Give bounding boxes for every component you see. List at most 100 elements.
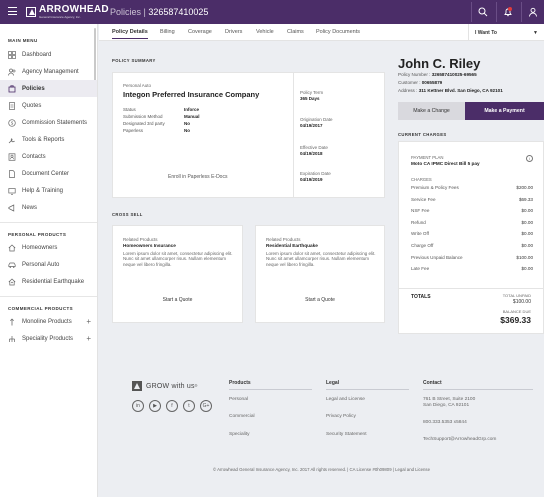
make-change-button[interactable]: Make a Change bbox=[398, 102, 465, 120]
tab-policy-documents[interactable]: Policy Documents bbox=[316, 29, 360, 35]
search-button[interactable] bbox=[471, 2, 493, 22]
contact-heading: Contact bbox=[423, 380, 442, 386]
footer-link-security[interactable]: Security Statement bbox=[326, 432, 367, 437]
charge-label: Premium & Policy Fees bbox=[411, 185, 459, 190]
current-charges-card: PAYMENT PLAN Moto CA IPMC Direct Bill 5 … bbox=[398, 141, 544, 334]
logo[interactable]: ARROWHEAD General Insurance Agency, Inc. bbox=[26, 4, 109, 20]
footer-link-speciality[interactable]: Speciality bbox=[229, 432, 250, 437]
sidebar-item-residential-earthquake[interactable]: Residential Earthquake bbox=[0, 273, 97, 290]
current-charges-heading: CURRENT CHARGES bbox=[398, 132, 447, 137]
policy-term-label: Policy Term bbox=[300, 90, 324, 95]
sidebar-item-quotes[interactable]: Quotes bbox=[0, 97, 97, 114]
charge-label: Previous Unpaid Balance bbox=[411, 254, 463, 260]
enroll-paperless-link[interactable]: Enroll in Paperless E-Docs bbox=[168, 174, 227, 180]
sidebar-item-news[interactable]: News bbox=[0, 199, 97, 216]
charge-value: $0.00 bbox=[521, 266, 534, 272]
user-button[interactable] bbox=[521, 2, 543, 22]
charge-label: Write Off bbox=[411, 231, 429, 237]
company-name: Integon Preferred Insurance Company bbox=[123, 90, 260, 99]
home-icon bbox=[8, 244, 16, 252]
start-quote-link[interactable]: Start a Quote bbox=[113, 297, 242, 303]
footer-link-commercial[interactable]: Commercial bbox=[229, 414, 255, 419]
user-icon bbox=[528, 7, 537, 17]
cross-sell-card: Related Products Residential Earthquake … bbox=[255, 225, 385, 323]
search-icon bbox=[478, 7, 487, 17]
notifications-button[interactable] bbox=[496, 2, 518, 22]
tab-claims[interactable]: Claims bbox=[287, 29, 304, 35]
address-label: Address : bbox=[398, 88, 419, 93]
contact-phone[interactable]: 800.333.5353 x5844 bbox=[423, 420, 467, 425]
footer-link-personal[interactable]: Personal bbox=[229, 397, 248, 402]
policy-number-line: Policy Number : 326587410025-69565 bbox=[398, 72, 477, 77]
expand-plus-icon[interactable]: + bbox=[86, 317, 91, 326]
sidebar-item-contacts[interactable]: Contacts bbox=[0, 148, 97, 165]
i-want-to-dropdown[interactable]: I Want To ▼ bbox=[468, 24, 544, 41]
divider bbox=[399, 288, 543, 289]
policy-detail-value: Inforce bbox=[184, 107, 200, 112]
contact-email[interactable]: TechSupport@ArrowheadGrp.com bbox=[423, 437, 496, 442]
make-payment-button[interactable]: Make a Payment bbox=[465, 102, 544, 120]
contact-address-1: 761 B Street, Suite 2100 bbox=[423, 397, 476, 402]
agency-icon bbox=[8, 68, 16, 76]
tab-drivers[interactable]: Drivers bbox=[225, 29, 242, 35]
copyright: © Arrowhead General Insurance Agency, In… bbox=[213, 467, 430, 472]
facebook-icon[interactable]: f bbox=[166, 400, 178, 412]
sidebar-item-dashboard[interactable]: Dashboard bbox=[0, 46, 97, 63]
brand-subtitle: General Insurance Agency, Inc. bbox=[39, 15, 81, 19]
sidebar-item-document-center[interactable]: Document Center bbox=[0, 165, 97, 182]
twitter-icon[interactable]: t bbox=[183, 400, 195, 412]
sidebar-item-tools-and-reports[interactable]: Tools & Reports bbox=[0, 131, 97, 148]
sidebar-item-personal-auto[interactable]: Personal Auto bbox=[0, 256, 97, 273]
policies-icon bbox=[8, 84, 16, 93]
sidebar-item-agency-management[interactable]: Agency Management bbox=[0, 63, 97, 80]
charge-label: Charge Off bbox=[411, 243, 434, 248]
menu-icon[interactable] bbox=[8, 7, 17, 15]
products-heading: Products bbox=[229, 380, 251, 386]
sidebar-item-homeowners[interactable]: Homeowners bbox=[0, 239, 97, 256]
sidebar-item-monoline-products[interactable]: Monoline Products + bbox=[0, 313, 97, 330]
info-icon[interactable]: i bbox=[526, 155, 533, 162]
sidebar-item-label: Document Center bbox=[22, 170, 70, 177]
linkedin-icon[interactable]: in bbox=[132, 400, 144, 412]
divider bbox=[0, 222, 97, 223]
policy-detail-label: Status bbox=[123, 107, 136, 112]
balance-due-label: BALANCE DUE bbox=[502, 309, 531, 314]
youtube-icon[interactable]: ▶ bbox=[149, 400, 161, 412]
grow-text: GROW with us bbox=[146, 382, 195, 390]
expand-plus-icon[interactable]: + bbox=[86, 334, 91, 343]
speciality-icon bbox=[8, 335, 16, 343]
policy-term-value: 365 Days bbox=[300, 96, 320, 101]
breadcrumb-section[interactable]: Policies bbox=[110, 7, 141, 17]
cross-sell-title: Residential Earthquake bbox=[266, 243, 318, 248]
policy-detail-row: Paperless No bbox=[123, 128, 288, 133]
commercial-products-heading: COMMERCIAL PRODUCTS bbox=[8, 306, 74, 311]
footer-link-legal-license[interactable]: Legal and License bbox=[326, 397, 365, 402]
effective-date-value: 04/19/2018 bbox=[300, 151, 323, 156]
charge-label: Refund bbox=[411, 219, 426, 225]
sidebar: MAIN MENU Dashboard Agency Management Poli… bbox=[0, 24, 98, 497]
payment-plan-label: PAYMENT PLAN bbox=[411, 155, 444, 160]
tab-vehicle[interactable]: Vehicle bbox=[256, 29, 274, 35]
charge-row: Write Off $0.00 bbox=[411, 231, 533, 236]
balance-due-value: $369.33 bbox=[500, 315, 531, 325]
expiration-date-label: Expiration Date bbox=[300, 171, 331, 176]
contact-address-2: San Diego, CA 92101 bbox=[423, 403, 470, 408]
tab-billing[interactable]: Billing bbox=[160, 29, 175, 35]
sidebar-item-policies[interactable]: Policies bbox=[0, 80, 97, 97]
sidebar-item-label: Dashboard bbox=[22, 51, 52, 58]
sidebar-item-commission-statements[interactable]: $ Commission Statements bbox=[0, 114, 97, 131]
start-quote-link[interactable]: Start a Quote bbox=[256, 297, 384, 303]
footer-link-privacy[interactable]: Privacy Policy bbox=[326, 414, 356, 419]
googleplus-icon[interactable]: G+ bbox=[200, 400, 212, 412]
sidebar-item-speciality-products[interactable]: Speciality Products + bbox=[0, 330, 97, 347]
svg-text:$: $ bbox=[11, 120, 14, 126]
charge-value: $0.00 bbox=[521, 208, 534, 214]
tab-policy-details[interactable]: Policy Details bbox=[112, 29, 148, 39]
product-label: Personal Auto bbox=[123, 83, 152, 88]
sidebar-item-help-and-training[interactable]: Help & Training bbox=[0, 182, 97, 199]
top-bar: ARROWHEAD General Insurance Agency, Inc.… bbox=[0, 0, 544, 24]
main-menu-heading: MAIN MENU bbox=[8, 38, 38, 43]
tab-coverage[interactable]: Coverage bbox=[188, 29, 212, 35]
charge-value: $200.00 bbox=[516, 185, 533, 190]
sidebar-item-label: Monoline Products bbox=[22, 318, 72, 325]
